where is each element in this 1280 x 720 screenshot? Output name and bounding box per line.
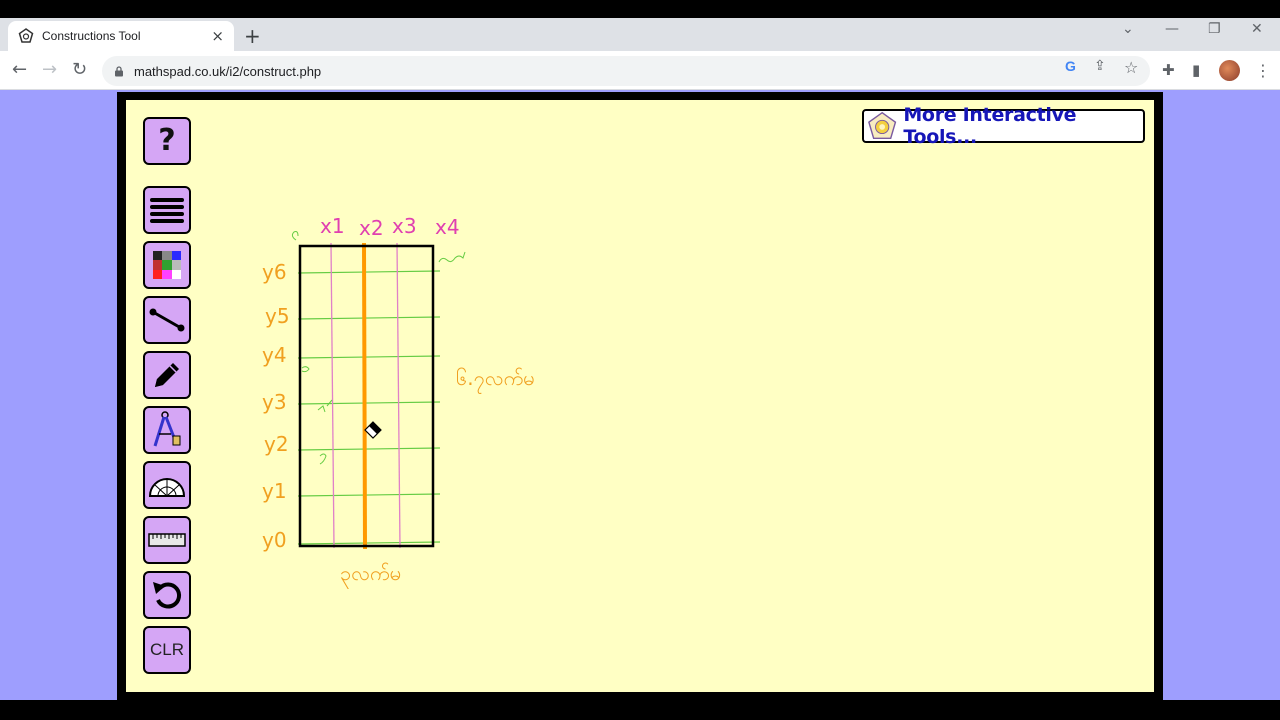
google-icon[interactable]: G (1065, 58, 1076, 74)
forward-icon[interactable]: → (42, 60, 57, 80)
line-tool-button[interactable] (143, 296, 191, 344)
window-close-icon[interactable]: ✕ (1251, 21, 1263, 37)
tab-strip: Constructions Tool × + ⌄ — ❐ ✕ (0, 18, 1280, 51)
ruler-tool-button[interactable] (143, 516, 191, 564)
help-label: ? (158, 123, 176, 158)
star-icon[interactable]: ☆ (1124, 58, 1138, 77)
url-bar[interactable]: mathspad.co.uk/i2/construct.php (102, 56, 1150, 86)
pencil-tool-button[interactable] (143, 351, 191, 399)
more-interactive-tools-button[interactable]: More Interactive Tools... (862, 104, 1145, 148)
new-tab-button[interactable]: + (244, 24, 261, 48)
pencil-icon (155, 363, 179, 387)
compass-icon (153, 411, 181, 447)
compass-tool-button[interactable] (143, 406, 191, 454)
side-panel-icon[interactable]: ▮ (1192, 61, 1200, 79)
help-button[interactable]: ? (143, 117, 191, 165)
favicon-icon (18, 28, 34, 43)
ruler-icon (148, 533, 186, 547)
browser-tab[interactable]: Constructions Tool × (8, 21, 234, 51)
extensions-icon[interactable]: ✚ (1162, 61, 1175, 79)
bottom-black-bar (0, 700, 1280, 720)
restore-icon[interactable]: ❐ (1208, 21, 1221, 37)
hamburger-icon (150, 198, 184, 223)
minimize-icon[interactable]: — (1165, 21, 1179, 37)
protractor-icon (148, 478, 186, 497)
clear-label: CLR (149, 640, 184, 659)
lock-icon (115, 65, 123, 76)
more-tools-label: More Interactive Tools... (903, 104, 1077, 148)
url-text: mathspad.co.uk/i2/construct.php (134, 63, 322, 79)
colour-palette-button[interactable] (143, 241, 191, 289)
share-icon[interactable]: ⇪ (1094, 58, 1106, 74)
construction-canvas[interactable] (126, 100, 1154, 692)
address-bar-row: ← → ↻ mathspad.co.uk/i2/construct.php G … (0, 51, 1280, 90)
palette-icon (153, 251, 181, 279)
tab-close-icon[interactable]: × (211, 27, 224, 45)
undo-icon (153, 582, 182, 609)
tab-search-icon[interactable]: ⌄ (1122, 21, 1134, 37)
tab-title: Constructions Tool (42, 29, 141, 43)
line-segment-icon (149, 308, 185, 332)
undo-button[interactable] (143, 571, 191, 619)
mathspad-logo-icon (868, 111, 897, 140)
avatar[interactable] (1219, 60, 1240, 81)
top-black-bar (0, 0, 1280, 18)
protractor-tool-button[interactable] (143, 461, 191, 509)
reload-icon[interactable]: ↻ (72, 60, 87, 80)
menu-button[interactable] (143, 186, 191, 234)
clear-button[interactable]: CLR (143, 626, 191, 674)
back-icon[interactable]: ← (12, 60, 27, 80)
menu-icon[interactable]: ⋮ (1255, 61, 1271, 80)
